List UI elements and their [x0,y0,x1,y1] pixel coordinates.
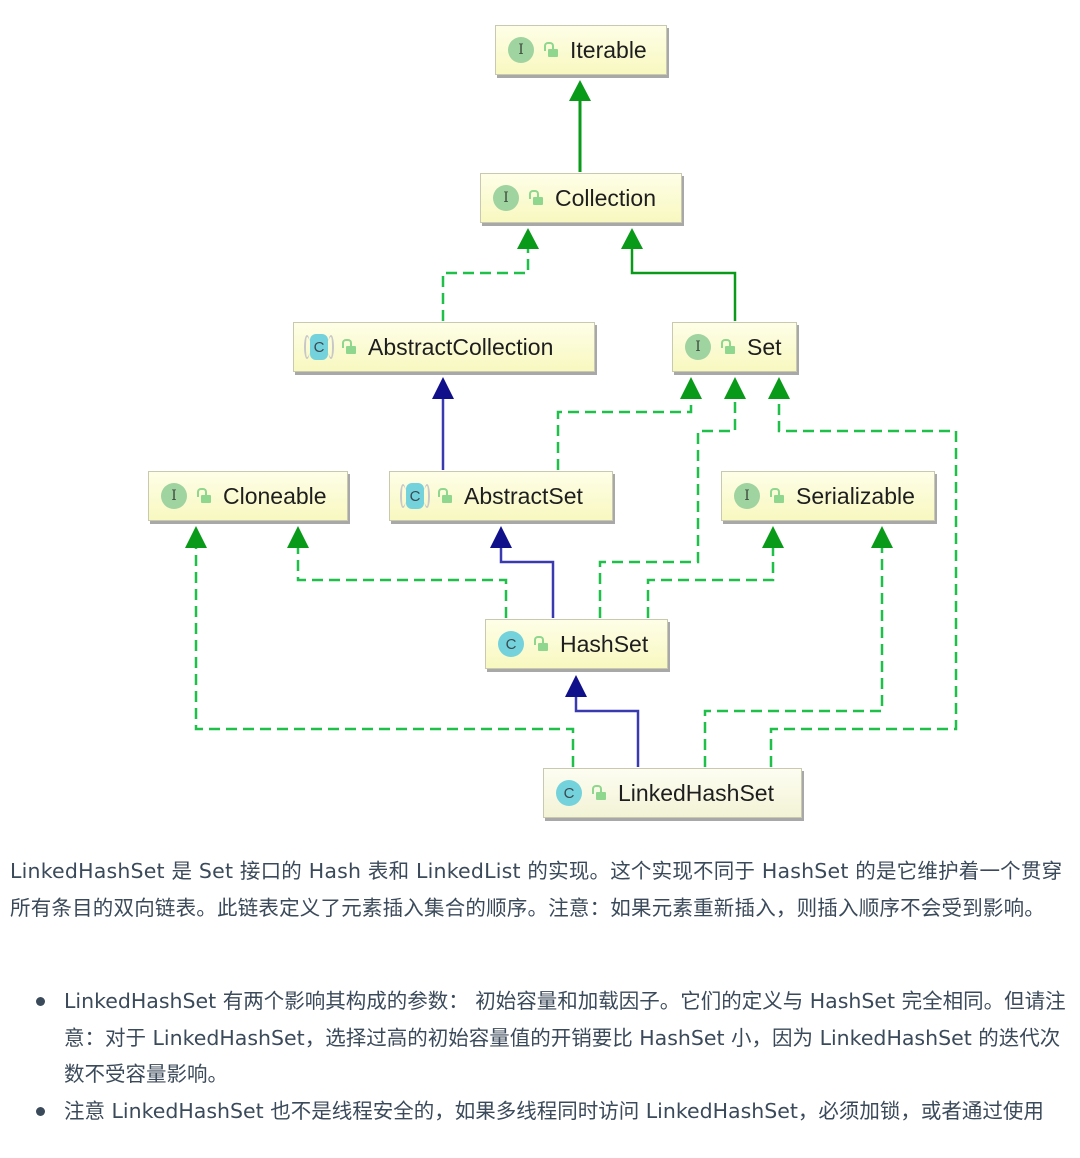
bullet-icon [36,1106,45,1116]
class-icon: C [498,631,524,657]
interface-icon: I [161,483,187,509]
arrowhead [185,526,207,548]
interface-icon: I [508,37,534,63]
arrowhead [768,377,790,399]
unlocked-icon [544,42,558,58]
node-label: AbstractCollection [368,333,554,360]
diagram-edges [185,80,958,767]
node-cloneable[interactable]: I Cloneable [148,471,348,521]
node-label: Cloneable [223,482,327,509]
arrowhead [762,526,784,548]
edge-hashset-to-serializable [646,526,784,618]
unlocked-icon [534,636,548,652]
unlocked-icon [592,785,606,801]
node-label: HashSet [560,630,649,657]
edge-hashset-to-cloneable [287,526,508,618]
node-label: Serializable [796,482,915,509]
interface-icon: I [493,185,519,211]
node-label: Set [747,333,782,360]
unlocked-icon [770,488,784,504]
arrowhead [871,526,893,548]
arrowhead [565,675,587,697]
unlocked-icon [438,488,452,504]
class-hierarchy-diagram: I Iterable I Collection C AbstractCollec… [0,0,1080,840]
node-collection[interactable]: I Collection [480,173,682,223]
list-item: LinkedHashSet 有两个影响其构成的参数： 初始容量和加载因子。它们的… [10,983,1072,1093]
abstract-class-icon: C [400,483,430,509]
arrowhead [517,228,539,249]
edge-linkedhashset-to-hashset [565,675,640,767]
arrowhead [287,526,309,548]
edge-collection-to-iterable [569,80,591,172]
edge-linkedhashset-to-serializable [703,526,893,767]
arrowhead [621,228,643,249]
description-paragraph: LinkedHashSet 是 Set 接口的 Hash 表和 LinkedLi… [10,859,1063,920]
node-iterable[interactable]: I Iterable [495,25,667,75]
edge-abstractset-to-set [556,377,702,470]
node-abstractcollection[interactable]: C AbstractCollection [293,322,595,372]
arrowhead [724,377,746,399]
unlocked-icon [342,339,356,355]
arrowhead [432,377,454,399]
edge-hashset-to-abstractset [490,526,555,618]
interface-icon: I [685,334,711,360]
node-label: LinkedHashSet [618,779,774,806]
class-icon: C [556,780,582,806]
unlocked-icon [721,339,735,355]
node-abstractset[interactable]: C AbstractSet [389,471,613,521]
list-item-text: 注意 LinkedHashSet 也不是线程安全的，如果多线程同时访问 Link… [64,1098,1044,1123]
node-linkedhashset[interactable]: C LinkedHashSet [543,768,802,818]
node-label: Iterable [570,36,647,63]
node-serializable[interactable]: I Serializable [721,471,935,521]
notes-list: LinkedHashSet 有两个影响其构成的参数： 初始容量和加载因子。它们的… [10,983,1072,1129]
edge-abstractcollection-to-collection [441,228,539,321]
list-item-text: LinkedHashSet 有两个影响其构成的参数： 初始容量和加载因子。它们的… [64,989,1066,1086]
interface-icon: I [734,483,760,509]
unlocked-icon [197,488,211,504]
bullet-icon [36,997,45,1006]
edge-set-to-collection [621,228,737,321]
abstract-class-icon: C [304,334,334,360]
edge-abstractset-to-abstractcollection [432,377,454,470]
node-label: AbstractSet [464,482,583,509]
node-set[interactable]: I Set [672,322,797,372]
arrowhead [569,80,591,101]
edge-linkedhashset-to-set [768,377,958,767]
unlocked-icon [529,190,543,206]
list-item: 注意 LinkedHashSet 也不是线程安全的，如果多线程同时访问 Link… [10,1093,1072,1130]
arrowhead [680,377,702,399]
node-label: Collection [555,184,656,211]
arrowhead [490,526,512,548]
node-hashset[interactable]: C HashSet [485,619,668,669]
